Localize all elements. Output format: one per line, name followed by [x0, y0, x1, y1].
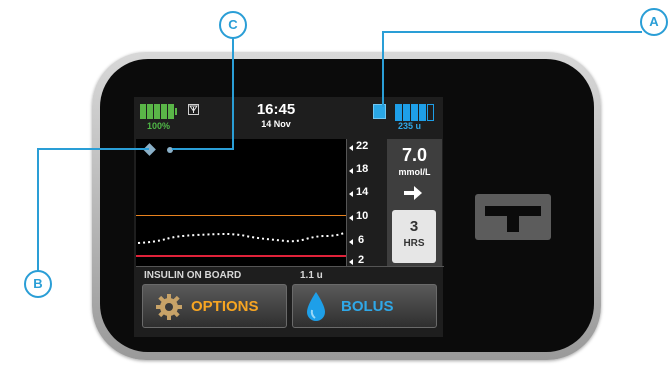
- y-tick-22: 22: [356, 140, 369, 152]
- insulin-units: 235 u: [398, 121, 422, 131]
- y-tick-14: 14: [356, 186, 369, 198]
- drop-icon: [307, 292, 325, 321]
- y-tick-10: 10: [356, 210, 369, 222]
- t-button-icon[interactable]: [475, 194, 551, 240]
- iob-value: 1.1 u: [300, 270, 323, 281]
- y-tick-2: 2: [358, 254, 365, 266]
- glucose-unit: mmol/L: [398, 167, 431, 177]
- callout-b: B: [24, 270, 52, 298]
- options-label: OPTIONS: [191, 298, 259, 315]
- callout-a: A: [640, 8, 668, 36]
- bolus-label: BOLUS: [341, 298, 394, 315]
- cgm-status-icon: [373, 104, 386, 119]
- timespan-unit: HRS: [403, 238, 425, 249]
- axis-divider: [346, 139, 347, 266]
- y-tick-18: 18: [356, 163, 369, 175]
- arrow-right-icon: [404, 186, 422, 200]
- callout-c: C: [219, 11, 247, 39]
- options-button[interactable]: OPTIONS: [142, 284, 287, 328]
- glucose-value: 7.0: [401, 145, 428, 165]
- glucose-trace: [137, 232, 345, 244]
- timespan-value: 3: [409, 218, 419, 235]
- y-tick-6: 6: [358, 234, 365, 246]
- gear-icon: [156, 294, 182, 320]
- clock-date: 14 Nov: [261, 119, 291, 129]
- antenna-icon: [188, 104, 199, 115]
- battery-percent: 100%: [147, 121, 171, 131]
- clock-time: 16:45: [256, 101, 296, 118]
- bolus-button[interactable]: BOLUS: [292, 284, 437, 328]
- graph-bottom-divider: [136, 266, 444, 267]
- iob-label: INSULIN ON BOARD: [144, 270, 242, 281]
